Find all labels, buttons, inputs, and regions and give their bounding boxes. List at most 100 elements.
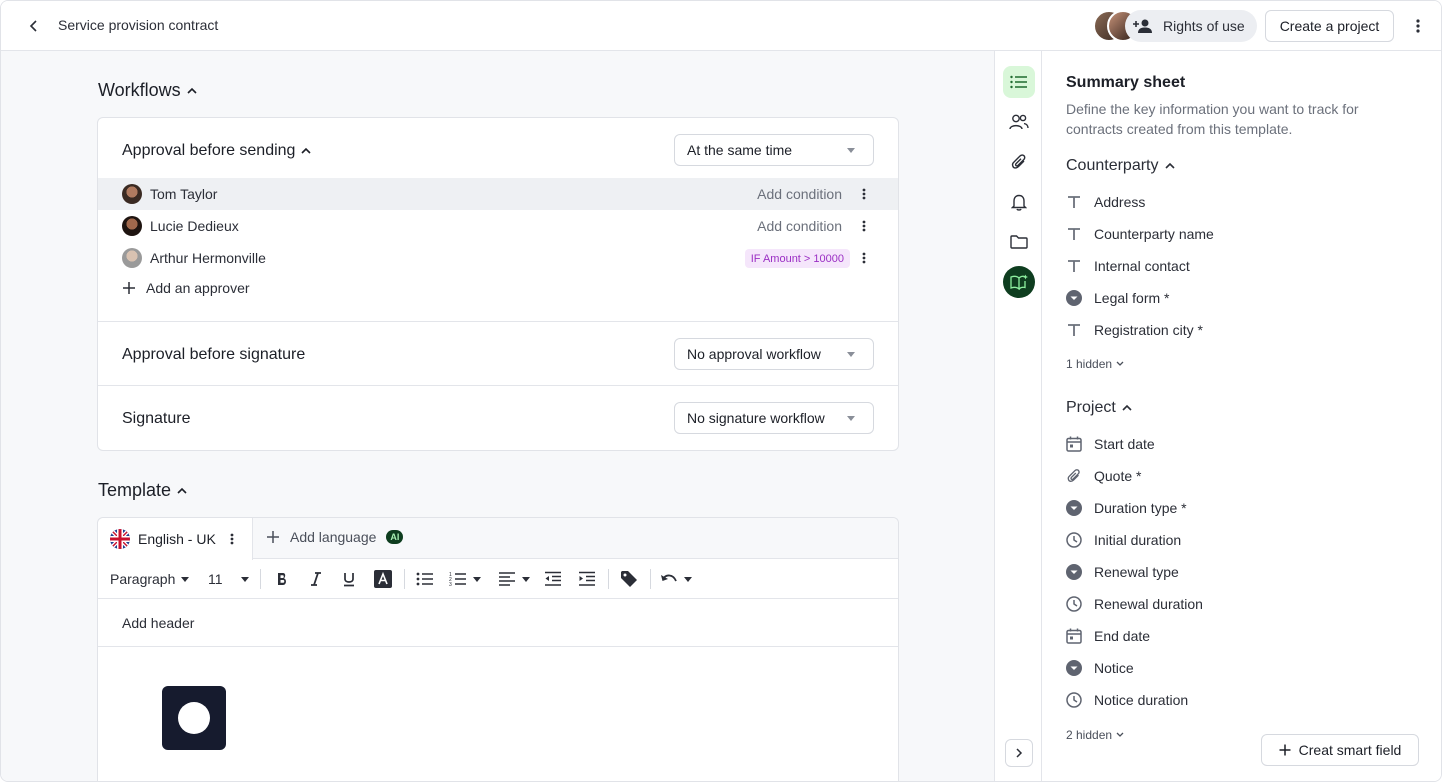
field-initial-duration[interactable]: Initial duration [1066,530,1181,550]
workflows-title: Workflows [98,80,181,100]
outdent-button[interactable] [544,567,562,591]
field-start-date[interactable]: Start date [1066,434,1155,454]
rights-of-use-button[interactable]: Rights of use [1125,10,1257,42]
outdent-icon [545,571,561,586]
create-smart-field-label: Creat smart field [1298,742,1402,758]
back-button[interactable] [23,15,45,37]
chevron-down-icon [1116,361,1124,366]
summary-sheet-panel: Summary sheet Define the key information… [1042,51,1441,781]
bold-button[interactable] [274,567,290,591]
font-size-value: 11 [208,571,223,587]
folder-icon [1010,235,1028,249]
people-tab[interactable] [1003,106,1035,138]
template-title: Template [98,480,172,500]
text-color-button[interactable] [374,567,392,591]
field-legal-form[interactable]: Legal form * [1066,288,1169,308]
project-hidden-toggle[interactable]: 2 hidden [1066,728,1124,742]
expand-panel-button[interactable] [1005,739,1033,767]
underline-button[interactable] [341,567,357,591]
main-content: Workflows Approval before sending At the… [1,51,994,781]
template-editor: English - UK Add language AI Paragraph 1… [97,517,899,781]
chevron-up-icon [1164,162,1175,169]
field-end-date[interactable]: End date [1066,626,1150,646]
field-registration-city[interactable]: Registration city * [1066,320,1203,340]
project-group-toggle[interactable]: Project [1066,399,1132,417]
field-duration-type[interactable]: Duration type * [1066,498,1187,518]
field-counterparty-name[interactable]: Counterparty name [1066,224,1214,244]
paragraph-style-select[interactable]: Paragraph [110,567,190,591]
ai-badge: AI [386,530,404,544]
add-condition-link[interactable]: Add condition [757,186,842,202]
approver-name: Arthur Hermonville [150,250,266,266]
kebab-menu-icon [862,188,866,200]
approver-menu-button[interactable] [856,250,872,266]
approver-row[interactable]: Lucie Dedieux Add condition [98,210,898,242]
toolbar-separator [608,569,609,589]
language-tab-english-uk[interactable]: English - UK [98,518,253,560]
italic-button[interactable] [308,567,324,591]
bell-icon [1011,194,1027,211]
ai-assistant-tab[interactable] [1003,266,1035,298]
top-bar: Service provision contract Rights of use… [1,1,1441,51]
clock-icon [1066,692,1082,708]
approver-menu-button[interactable] [856,186,872,202]
add-condition-link[interactable]: Add condition [757,218,842,234]
kebab-menu-icon [230,533,234,545]
text-color-icon [374,570,392,588]
numbered-list-button[interactable]: 123 [449,567,481,591]
approval-signature-select[interactable]: No approval workflow [674,338,874,370]
attachments-tab[interactable] [1003,146,1035,178]
chevron-left-icon [29,20,37,32]
font-size-select[interactable]: 11 [208,567,249,591]
field-internal-contact[interactable]: Internal contact [1066,256,1190,276]
condition-badge[interactable]: IF Amount > 10000 [744,249,850,268]
field-notice-duration[interactable]: Notice duration [1066,690,1188,710]
logo-circle-icon [178,702,210,734]
bullet-list-button[interactable] [416,567,434,591]
approval-before-signature-title: Approval before signature [122,346,306,363]
template-section-toggle[interactable]: Template [98,480,187,501]
approval-before-sending-toggle[interactable]: Approval before sending [122,142,312,160]
add-approver-button[interactable]: Add an approver [122,280,250,296]
workflows-section-toggle[interactable]: Workflows [98,80,197,101]
smart-field-tag-button[interactable] [620,567,638,591]
create-project-button[interactable]: Create a project [1265,10,1394,42]
summary-sheet-tab[interactable] [1003,66,1035,98]
language-label: English - UK [138,531,216,547]
counterparty-group-toggle[interactable]: Counterparty [1066,157,1175,175]
field-notice[interactable]: Notice [1066,658,1134,678]
create-smart-field-button[interactable]: Creat smart field [1261,734,1419,766]
field-label: Duration type * [1094,500,1187,516]
dropdown-icon [1066,564,1082,580]
field-quote[interactable]: Quote * [1066,466,1141,486]
field-address[interactable]: Address [1066,192,1145,212]
align-left-icon [499,572,515,586]
approver-row[interactable]: Arthur Hermonville IF Amount > 10000 [98,242,898,274]
svg-text:3: 3 [449,582,452,587]
approver-row[interactable]: Tom Taylor Add condition [98,178,898,210]
side-icon-rail [994,51,1042,781]
counterparty-hidden-toggle[interactable]: 1 hidden [1066,357,1124,371]
summary-description: Define the key information you want to t… [1066,101,1359,137]
field-renewal-type[interactable]: Renewal type [1066,562,1179,582]
bullet-list-icon [416,572,433,586]
signature-select[interactable]: No signature workflow [674,402,874,434]
approval-mode-select[interactable]: At the same time [674,134,874,166]
indent-button[interactable] [578,567,596,591]
bold-icon [278,573,286,585]
field-label: Legal form * [1094,290,1170,306]
folder-tab[interactable] [1003,226,1035,258]
notifications-tab[interactable] [1003,186,1035,218]
document-logo[interactable] [162,686,226,750]
add-header-field[interactable]: Add header [98,599,898,647]
chevron-down-icon [847,416,855,421]
add-language-button[interactable]: Add language AI [266,529,404,545]
counterparty-group-title: Counterparty [1066,157,1159,174]
approver-menu-button[interactable] [856,218,872,234]
align-button[interactable] [498,567,530,591]
calendar-icon [1066,436,1082,452]
undo-button[interactable] [660,567,692,591]
field-renewal-duration[interactable]: Renewal duration [1066,594,1203,614]
users-icon [1009,114,1029,130]
more-options-button[interactable] [1407,14,1429,38]
